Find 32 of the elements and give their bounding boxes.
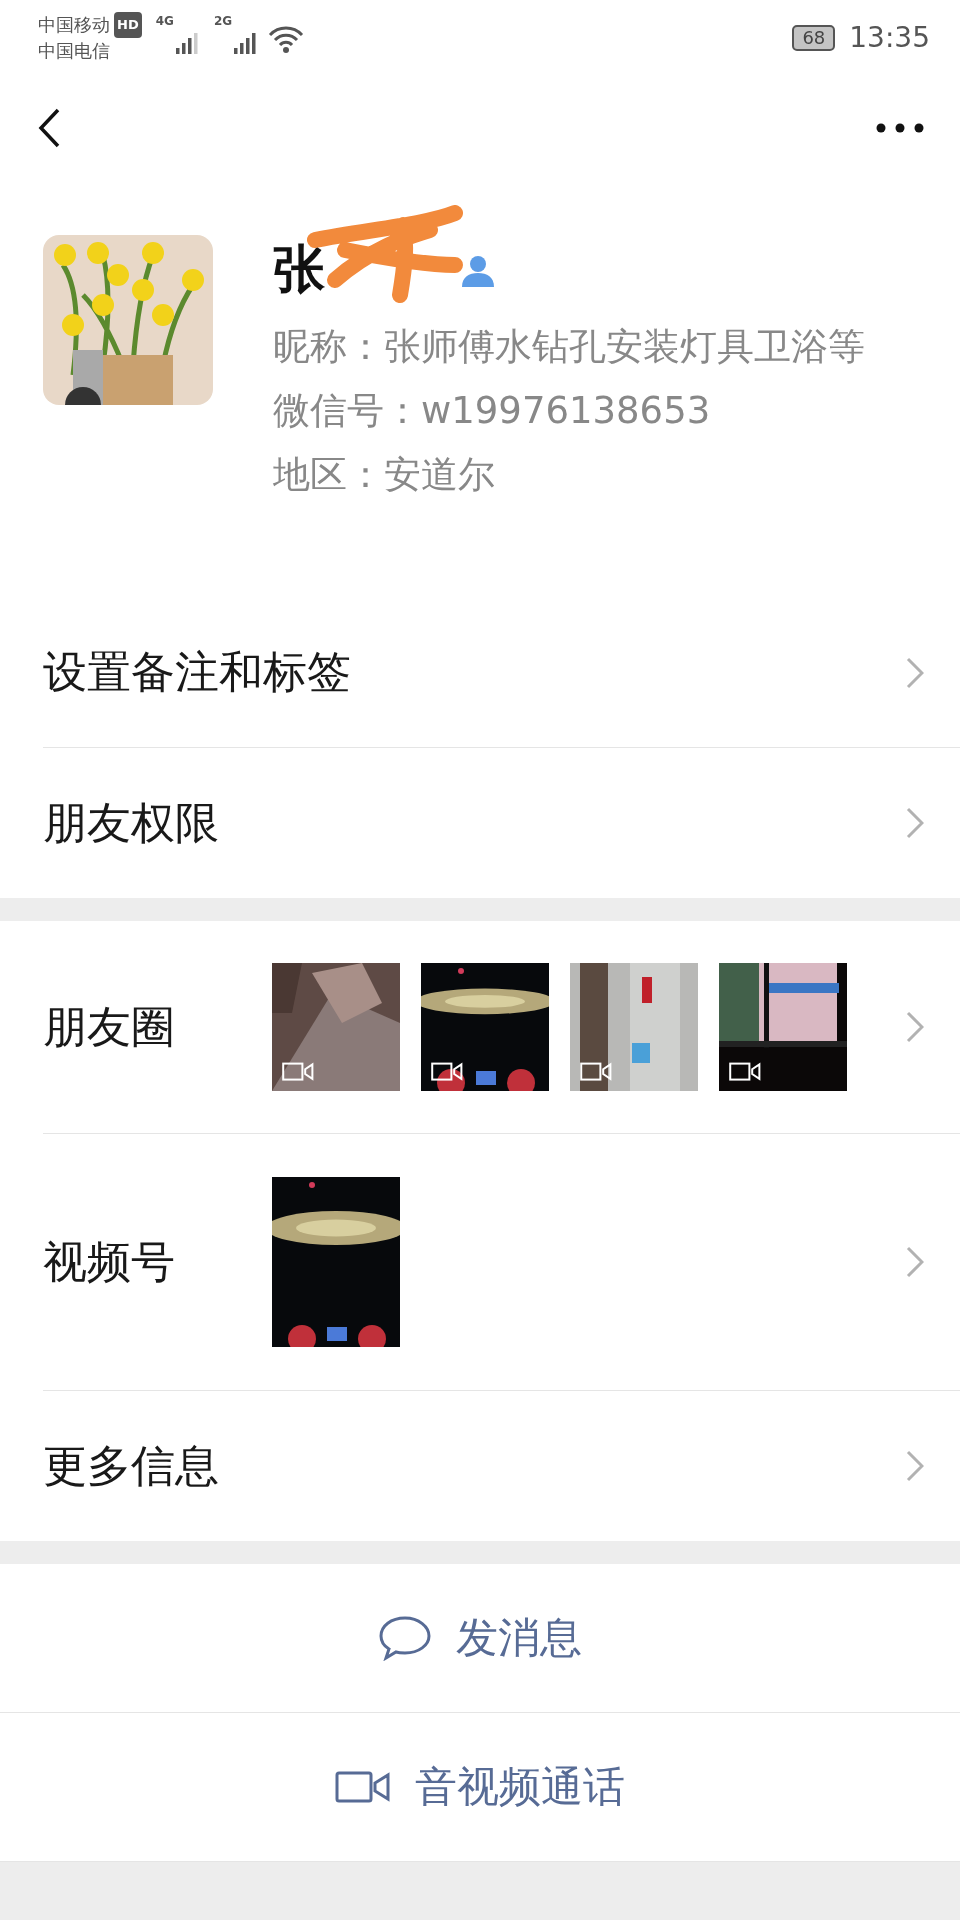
clock-time: 13:35 [849, 21, 930, 54]
chevron-right-icon [906, 807, 924, 839]
row-label: 视频号 [43, 1234, 176, 1289]
contact-name: 张 [273, 238, 325, 301]
list-row[interactable]: 朋友权限 [43, 748, 960, 898]
chat-bubble-icon [378, 1615, 432, 1661]
contact-icon [461, 253, 495, 287]
list-row[interactable]: 设置备注和标签 [43, 598, 960, 748]
battery-level: 68 [792, 24, 836, 51]
chevron-right-icon [906, 1246, 924, 1278]
carrier-name: 中国移动 [38, 12, 110, 37]
row-label: 朋友圈 [43, 999, 176, 1054]
region: 地区：安道尔 [273, 452, 496, 498]
hd-badge: HD [114, 11, 142, 38]
chevron-right-icon [906, 1450, 924, 1482]
network-type: 2G [213, 14, 233, 28]
row-label: 设置备注和标签 [43, 645, 351, 699]
chevron-right-icon [906, 1011, 924, 1043]
more-icon[interactable] [876, 122, 924, 133]
carrier-name: 中国电信 [38, 38, 111, 63]
row-label: 更多信息 [43, 1438, 220, 1493]
video-camera-icon [335, 1770, 391, 1804]
wechat-id: 微信号：w19976138653 [273, 388, 712, 434]
back-icon[interactable] [38, 107, 60, 148]
row-label: 朋友权限 [43, 795, 220, 850]
list-row[interactable]: 更多信息 [43, 1391, 960, 1541]
list-row[interactable]: 朋友圈 [43, 921, 960, 1134]
wifi-icon [268, 25, 305, 54]
nickname: 昵称：张师傅水钻孔安装灯具卫浴等 [273, 324, 866, 370]
list-row[interactable]: 视频号 [43, 1134, 960, 1391]
network-type: 4G [155, 14, 174, 28]
chevron-right-icon [906, 656, 924, 689]
